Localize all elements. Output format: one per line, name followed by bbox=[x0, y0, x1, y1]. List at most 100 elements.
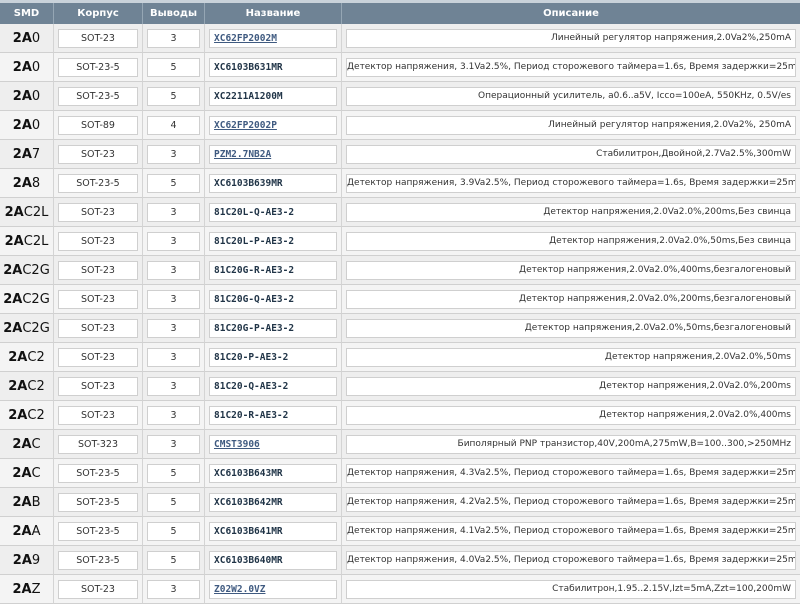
smd-code-prefix: 2A bbox=[4, 204, 24, 220]
package-value: SOT-23-5 bbox=[58, 521, 138, 541]
package-value: SOT-23-5 bbox=[58, 173, 138, 193]
description-value: Детектор напряжения,2.0Va2.0%,50ms,безга… bbox=[346, 318, 796, 338]
header-description[interactable]: Описание bbox=[342, 3, 800, 24]
package-value: SOT-23 bbox=[58, 376, 138, 396]
smd-code-prefix: 2A bbox=[12, 436, 32, 452]
pins-value: 3 bbox=[147, 579, 200, 599]
part-name-cell: XC6103B643MR bbox=[205, 459, 342, 488]
description-cell: Детектор напряжения, 4.2Va2.5%, Период с… bbox=[342, 488, 800, 517]
part-name-link[interactable]: XC62FP2002P bbox=[209, 115, 337, 135]
package-cell: SOT-23-5 bbox=[54, 459, 143, 488]
smd-code-suffix: Z bbox=[31, 581, 41, 597]
smd-code-suffix: C2 bbox=[27, 378, 45, 394]
description-cell: Детектор напряжения, 4.0Va2.5%, Период с… bbox=[342, 546, 800, 575]
smd-code-prefix: 2A bbox=[3, 291, 23, 307]
smd-code-prefix: 2A bbox=[3, 320, 23, 336]
smd-code-prefix: 2A bbox=[12, 465, 32, 481]
part-name: 81C20G-Q-AE3-2 bbox=[209, 289, 337, 309]
header-name[interactable]: Название bbox=[205, 3, 342, 24]
part-name: 81C20-R-AE3-2 bbox=[209, 405, 337, 425]
description-value: Детектор напряжения,2.0Va2.0%,400ms bbox=[346, 405, 796, 425]
table-row: 2A9 SOT-23-5 5 XC6103B640MR Детектор напряже… bbox=[0, 546, 800, 575]
table-body: 2A0 SOT-23 3 XC62FP2002M Линейный регулятор … bbox=[0, 24, 800, 604]
table-row: 2A7 SOT-23 3 PZM2.7NB2A Стабилитрон,Двойной,… bbox=[0, 140, 800, 169]
package-cell: SOT-23-5 bbox=[54, 488, 143, 517]
smd-code-cell: 2AC2G bbox=[0, 256, 54, 285]
table-row: 2AB SOT-23-5 5 XC6103B642MR Детектор напряже… bbox=[0, 488, 800, 517]
part-name-link[interactable]: Z02W2.0VZ bbox=[209, 579, 337, 599]
description-cell: Стабилитрон,1.95..2.15V,Izt=5mA,Zzt=100,… bbox=[342, 575, 800, 604]
table-row: 2AC SOT-23-5 5 XC6103B643MR Детектор напряже… bbox=[0, 459, 800, 488]
package-value: SOT-23 bbox=[58, 405, 138, 425]
smd-code-prefix: 2A bbox=[12, 494, 32, 510]
pins-cell: 3 bbox=[143, 140, 205, 169]
description-cell: Детектор напряжения,2.0Va2.0%,400ms,безг… bbox=[342, 256, 800, 285]
pins-cell: 3 bbox=[143, 401, 205, 430]
package-cell: SOT-23 bbox=[54, 198, 143, 227]
header-package[interactable]: Корпус bbox=[54, 3, 143, 24]
part-name-cell: Z02W2.0VZ bbox=[205, 575, 342, 604]
smd-code-cell: 2AC2 bbox=[0, 343, 54, 372]
table-row: 2AA SOT-23-5 5 XC6103B641MR Детектор напряже… bbox=[0, 517, 800, 546]
smd-table: SMD Корпус Выводы Название Описание 2A0 S… bbox=[0, 3, 800, 604]
description-value: Детектор напряжения, 4.2Va2.5%, Период с… bbox=[346, 492, 796, 512]
pins-value: 5 bbox=[147, 521, 200, 541]
package-value: SOT-23 bbox=[58, 318, 138, 338]
part-name: XC6103B642MR bbox=[209, 492, 337, 512]
smd-code-suffix: B bbox=[31, 494, 41, 510]
part-name-link[interactable]: PZM2.7NB2A bbox=[209, 144, 337, 164]
package-value: SOT-23-5 bbox=[58, 57, 138, 77]
part-name-cell: 81C20-Q-AE3-2 bbox=[205, 372, 342, 401]
smd-code-cell: 2AC2L bbox=[0, 198, 54, 227]
table-row: 2A8 SOT-23-5 5 XC6103B639MR Детектор напряже… bbox=[0, 169, 800, 198]
description-cell: Детектор напряжения,2.0Va2.0%,50ms,Без с… bbox=[342, 227, 800, 256]
part-name-link[interactable]: CMST3906 bbox=[209, 434, 337, 454]
part-name: 81C20L-P-AE3-2 bbox=[209, 231, 337, 251]
description-value: Детектор напряжения,2.0Va2.0%,200ms bbox=[346, 376, 796, 396]
pins-cell: 5 bbox=[143, 459, 205, 488]
table-row: 2AC2G SOT-23 3 81C20G-P-AE3-2 Детектор напря… bbox=[0, 314, 800, 343]
pins-cell: 3 bbox=[143, 198, 205, 227]
package-cell: SOT-23 bbox=[54, 372, 143, 401]
smd-code-suffix: C2 bbox=[27, 407, 45, 423]
smd-code-suffix: C2L bbox=[23, 204, 49, 220]
table-row: 2AZ SOT-23 3 Z02W2.0VZ Стабилитрон,1.95..2.1… bbox=[0, 575, 800, 604]
package-value: SOT-23 bbox=[58, 289, 138, 309]
table-row: 2AC SOT-323 3 CMST3906 Биполярный PNP транзи… bbox=[0, 430, 800, 459]
part-name-cell: 81C20-P-AE3-2 bbox=[205, 343, 342, 372]
description-cell: Детектор напряжения,2.0Va2.0%,200ms,безг… bbox=[342, 285, 800, 314]
table-row: 2AC2 SOT-23 3 81C20-P-AE3-2 Детектор напряже… bbox=[0, 343, 800, 372]
smd-code-cell: 2AA bbox=[0, 517, 54, 546]
package-value: SOT-23-5 bbox=[58, 492, 138, 512]
smd-code-cell: 2AC2 bbox=[0, 401, 54, 430]
pins-value: 3 bbox=[147, 318, 200, 338]
description-value: Детектор напряжения, 4.3Va2.5%, Период с… bbox=[346, 463, 796, 483]
smd-code-cell: 2AC bbox=[0, 459, 54, 488]
pins-value: 5 bbox=[147, 57, 200, 77]
package-value: SOT-323 bbox=[58, 434, 138, 454]
part-name-cell: XC62FP2002M bbox=[205, 24, 342, 53]
smd-code-prefix: 2A bbox=[12, 552, 32, 568]
pins-cell: 5 bbox=[143, 488, 205, 517]
table-row: 2AC2G SOT-23 3 81C20G-Q-AE3-2 Детектор напря… bbox=[0, 285, 800, 314]
part-name-cell: 81C20G-R-AE3-2 bbox=[205, 256, 342, 285]
description-value: Детектор напряжения, 4.0Va2.5%, Период с… bbox=[346, 550, 796, 570]
header-pins[interactable]: Выводы bbox=[143, 3, 205, 24]
smd-code-prefix: 2A bbox=[12, 30, 32, 46]
pins-value: 5 bbox=[147, 550, 200, 570]
pins-value: 3 bbox=[147, 260, 200, 280]
package-cell: SOT-89 bbox=[54, 111, 143, 140]
part-name: XC6103B631MR bbox=[209, 57, 337, 77]
smd-code-prefix: 2A bbox=[12, 523, 32, 539]
smd-code-suffix: 0 bbox=[31, 59, 41, 75]
description-cell: Детектор напряжения, 4.3Va2.5%, Период с… bbox=[342, 459, 800, 488]
smd-code-cell: 2AC2 bbox=[0, 372, 54, 401]
description-cell: Детектор напряжения,2.0Va2.0%,50ms bbox=[342, 343, 800, 372]
part-name-link[interactable]: XC62FP2002M bbox=[209, 28, 337, 48]
package-value: SOT-23-5 bbox=[58, 86, 138, 106]
description-value: Детектор напряжения, 3.9Va2.5%, Период с… bbox=[346, 173, 796, 193]
smd-code-suffix: 0 bbox=[31, 88, 41, 104]
part-name: XC6103B643MR bbox=[209, 463, 337, 483]
header-smd[interactable]: SMD bbox=[0, 3, 54, 24]
table-row: 2AC2G SOT-23 3 81C20G-R-AE3-2 Детектор напря… bbox=[0, 256, 800, 285]
